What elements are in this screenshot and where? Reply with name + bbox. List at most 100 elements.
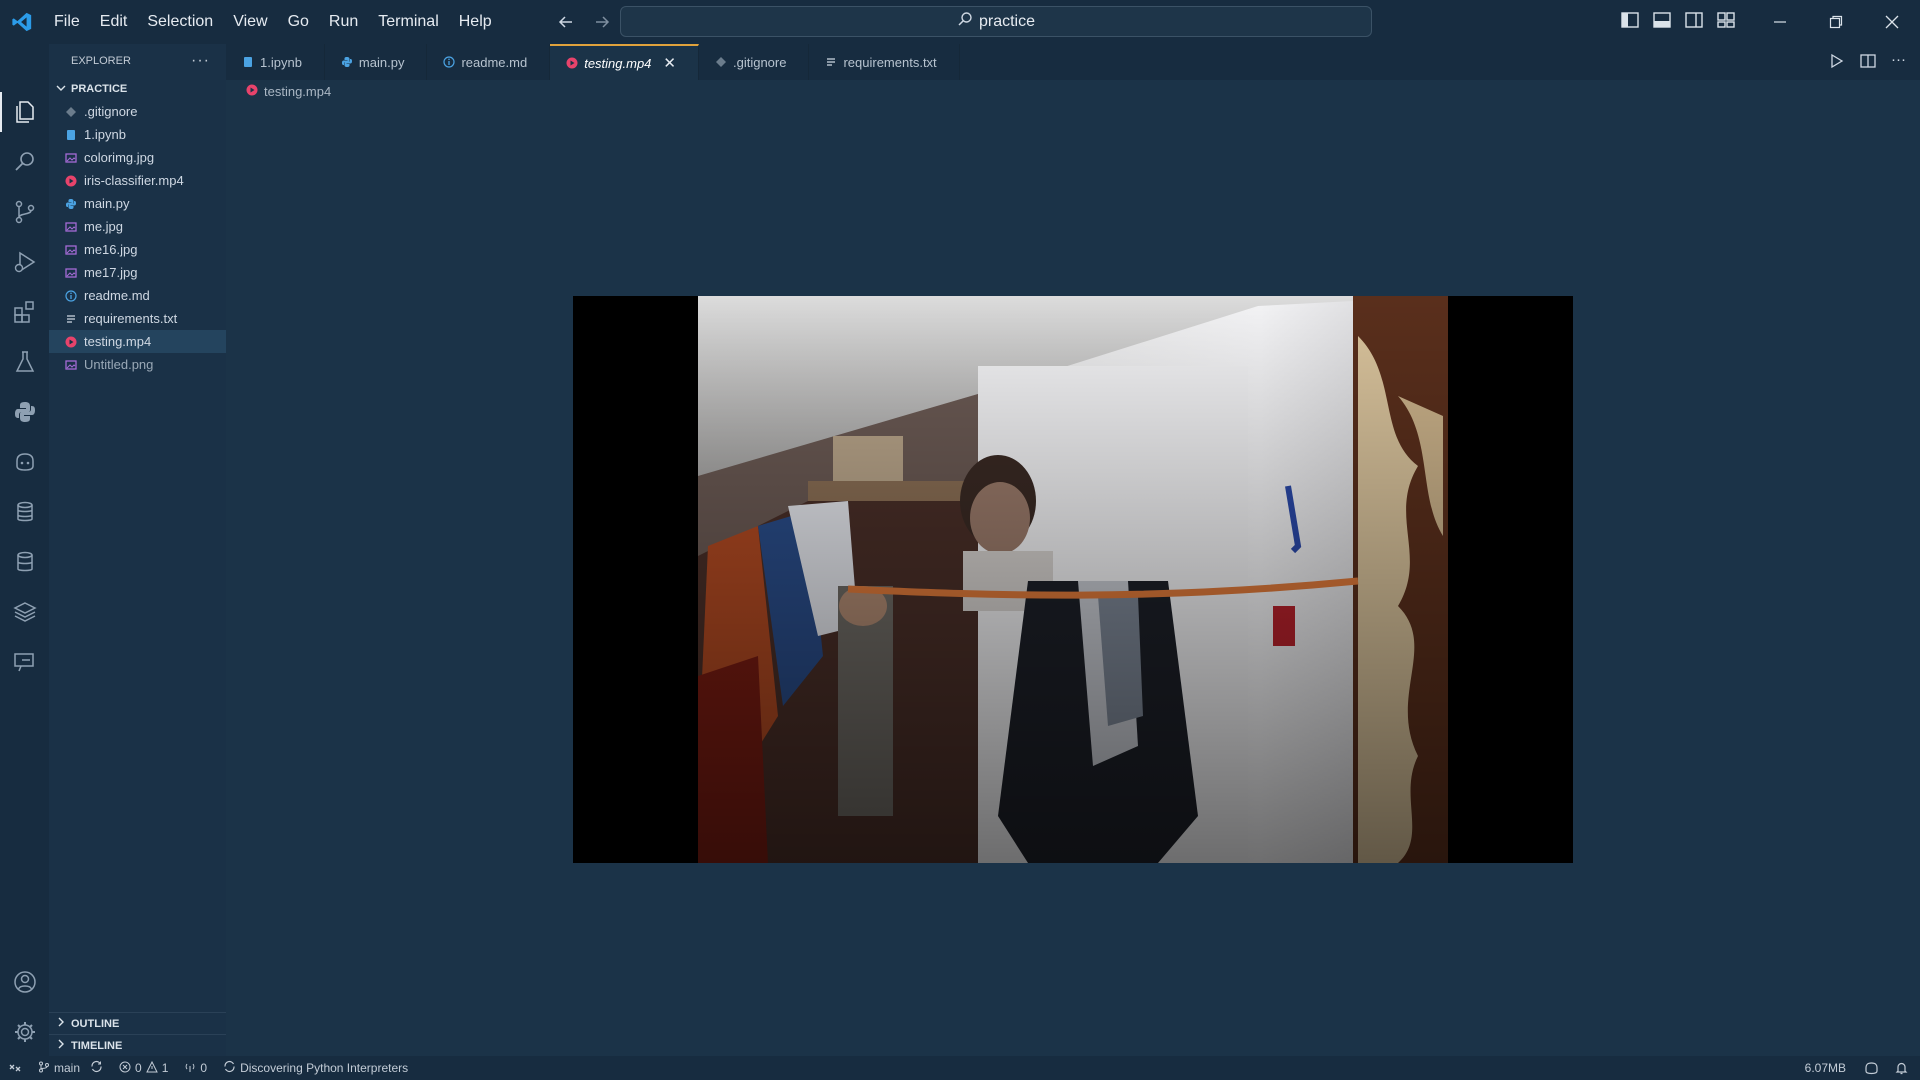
file-item[interactable]: requirements.txt [49,307,226,330]
database-2-icon[interactable] [12,549,38,575]
editor-tab[interactable]: testing.mp4 ✕ [550,44,699,80]
command-center-search[interactable]: practice [620,6,1372,37]
remote-indicator[interactable] [0,1056,30,1080]
settings-gear-icon[interactable] [12,1019,38,1045]
sync-icon [90,1060,103,1076]
file-item[interactable]: readme.md [49,284,226,307]
tab-label: readme.md [461,54,528,70]
chevron-right-icon [55,1016,67,1031]
toggle-secondary-sidebar-icon[interactable] [1684,10,1704,30]
folder-label: PRACTICE [71,83,128,95]
file-item[interactable]: colorimg.jpg [49,146,226,169]
timeline-section[interactable]: TIMELINE [49,1034,226,1056]
python-discovery-status[interactable]: Discovering Python Interpreters [215,1056,416,1080]
file-item[interactable]: iris-classifier.mp4 [49,169,226,192]
file-item[interactable]: 1.ipynb [49,123,226,146]
chevron-right-icon [55,1038,67,1053]
file-name: 1.ipynb [84,127,126,142]
menu-selection[interactable]: Selection [137,0,223,44]
account-icon[interactable] [12,969,38,995]
file-item[interactable]: .gitignore [49,100,226,123]
editor-tab[interactable]: requirements.txt [809,44,960,80]
branch-status[interactable]: main [30,1056,111,1080]
lines-icon [65,313,77,325]
image-icon [65,267,77,279]
copilot-icon[interactable] [12,449,38,475]
ports-count: 0 [200,1061,208,1075]
more-actions-icon[interactable]: ··· [191,52,210,70]
branch-name: main [54,1061,81,1075]
database-icon[interactable] [12,499,38,525]
editor-tab[interactable]: 1.ipynb [226,44,325,80]
file-name: requirements.txt [84,311,178,326]
timeline-label: TIMELINE [71,1039,123,1052]
restore-icon[interactable] [1808,0,1864,44]
customize-layout-icon[interactable] [1716,10,1736,30]
file-name: me16.jpg [84,242,138,257]
file-item[interactable]: me17.jpg [49,261,226,284]
file-name: me17.jpg [84,265,138,280]
extensions-icon[interactable] [12,299,38,325]
file-item[interactable]: me16.jpg [49,238,226,261]
git-branch-icon [38,1061,50,1076]
error-icon [119,1061,131,1076]
menu-run[interactable]: Run [319,0,368,44]
video-icon [566,57,578,69]
outline-section[interactable]: OUTLINE [49,1012,226,1034]
file-name: readme.md [84,288,150,303]
close-tab-icon[interactable]: ✕ [663,54,676,72]
file-item[interactable]: testing.mp4 [49,330,226,353]
active-indicator [0,92,2,132]
file-name: iris-classifier.mp4 [84,173,184,188]
run-file-icon[interactable] [1827,52,1845,73]
close-window-icon[interactable] [1864,0,1920,44]
folder-practice[interactable]: PRACTICE [49,78,226,100]
run-debug-icon[interactable] [12,249,38,275]
menu-help[interactable]: Help [449,0,502,44]
menu-terminal[interactable]: Terminal [368,0,448,44]
antenna-icon [184,1061,196,1076]
ports-status[interactable]: 0 [176,1056,215,1080]
layers-icon[interactable] [12,599,38,625]
notebook-icon [242,56,254,68]
toggle-panel-icon[interactable] [1652,10,1672,30]
warning-count: 1 [161,1061,169,1075]
python-icon [341,56,353,68]
testing-flask-icon[interactable] [12,349,38,375]
breadcrumb[interactable]: testing.mp4 [246,84,331,99]
breadcrumb-label: testing.mp4 [264,84,332,99]
explorer-files-icon[interactable] [12,99,38,125]
minimize-icon[interactable] [1752,0,1808,44]
file-item[interactable]: main.py [49,192,226,215]
remote-explorer-icon[interactable] [12,649,38,675]
split-editor-icon[interactable] [1859,52,1877,73]
menu-go[interactable]: Go [278,0,319,44]
video-player[interactable] [573,296,1573,863]
tab-label: testing.mp4 [584,55,652,71]
editor-tab[interactable]: main.py [325,44,428,80]
forward-arrow-icon[interactable] [592,12,612,32]
file-list: .gitignore 1.ipynb colorimg.jpg iris-classi… [49,100,226,376]
copilot-status-icon[interactable] [1854,1056,1889,1080]
editor-more-icon[interactable]: ··· [1891,52,1906,73]
python-icon[interactable] [12,399,38,425]
file-name: main.py [84,196,130,211]
lines-icon [825,56,837,68]
search-sidebar-icon[interactable] [12,149,38,175]
file-item[interactable]: Untitled.png [49,353,226,376]
menu-edit[interactable]: Edit [90,0,138,44]
editor-tab[interactable]: readme.md [427,44,551,80]
editor-tab[interactable]: .gitignore [699,44,810,80]
menu-view[interactable]: View [223,0,277,44]
menu-file[interactable]: File [44,0,90,44]
git-diamond-icon [715,56,727,68]
toggle-primary-sidebar-icon[interactable] [1620,10,1640,30]
video-icon [65,336,77,348]
back-arrow-icon[interactable] [556,12,576,32]
source-control-icon[interactable] [12,199,38,225]
file-item[interactable]: me.jpg [49,215,226,238]
notifications-bell-icon[interactable] [1889,1056,1920,1080]
file-name: me.jpg [84,219,124,234]
info-icon [443,56,456,68]
problems-status[interactable]: 0 1 [111,1056,176,1080]
